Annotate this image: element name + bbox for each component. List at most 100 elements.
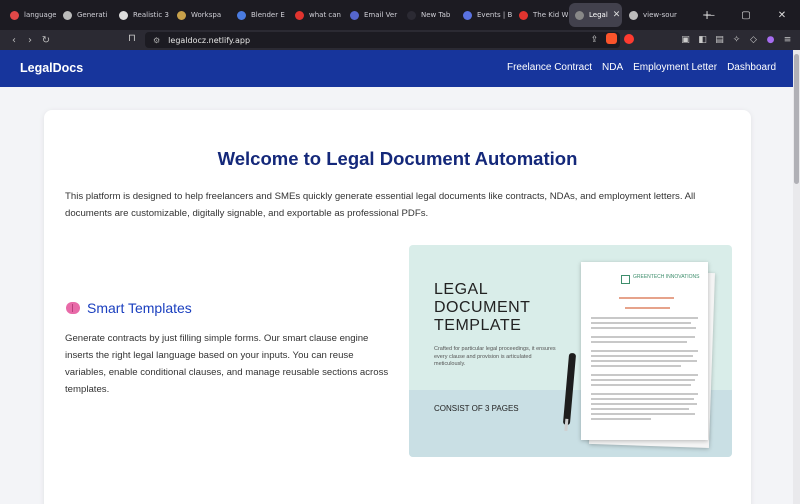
browser-tab[interactable]: Events | B — [457, 3, 512, 27]
browser-tab[interactable]: Legal ✕ — [569, 3, 622, 27]
tab-label: The Kid W — [533, 11, 568, 19]
tab-label: Generati — [77, 11, 108, 19]
tab-favicon-icon — [177, 10, 186, 20]
tab-label: what can — [309, 11, 341, 19]
doc-text-line — [591, 317, 698, 319]
template-preview-image: LEGAL DOCUMENT TEMPLATE Crafted for part… — [409, 245, 732, 457]
browser-tab[interactable]: New Tab — [401, 3, 456, 27]
tab-label: Events | B — [477, 11, 512, 19]
doc-text-line — [591, 355, 693, 357]
doc-text-line — [591, 408, 689, 410]
reader-icon[interactable]: ▣ — [677, 35, 694, 45]
close-window-icon[interactable]: ✕ — [764, 10, 800, 21]
doc-text-line — [591, 360, 697, 362]
nav-link-dashboard[interactable]: Dashboard — [727, 62, 776, 73]
doc-text-line — [591, 403, 697, 405]
extensions-icon[interactable]: ✧ — [728, 35, 745, 45]
site-navbar: LegalDocs Freelance Contract NDA Employm… — [0, 50, 793, 87]
tab-favicon-icon — [295, 10, 304, 20]
company-logo-icon — [621, 275, 630, 284]
tab-favicon-icon — [629, 10, 638, 20]
tab-label: Legal — [589, 11, 608, 19]
template-subtitle: Crafted for particular legal proceedings… — [434, 346, 556, 367]
vpn-icon[interactable]: ◇ — [745, 35, 762, 45]
share-icon[interactable]: ⇪ — [586, 35, 603, 45]
company-logo-text: GREENTECH INNOVATIONS — [633, 274, 700, 280]
reload-icon[interactable]: ↻ — [38, 35, 54, 46]
minimize-icon[interactable]: — — [692, 10, 728, 21]
browser-toolbar: ‹ › ↻ ⊓ ⚙ legaldocz.netlify.app ⇪ ▣ ◧ ▤ … — [0, 30, 800, 50]
tab-favicon-icon — [119, 10, 128, 20]
nav-links: Freelance Contract NDA Employment Letter… — [507, 62, 776, 73]
scrollbar-thumb[interactable] — [794, 54, 799, 184]
forward-icon[interactable]: › — [22, 35, 38, 46]
document-page: GREENTECH INNOVATIONS — [581, 262, 708, 440]
nav-link-employment-letter[interactable]: Employment Letter — [633, 62, 717, 73]
welcome-card: Welcome to Legal Document Automation Thi… — [44, 110, 751, 504]
window-controls: — ▢ ✕ — [692, 0, 800, 30]
feature-description: Generate contracts by just filling simpl… — [65, 333, 389, 395]
feature-heading: Smart Templates — [66, 300, 192, 316]
doc-text-line — [591, 365, 681, 367]
back-icon[interactable]: ‹ — [6, 35, 22, 46]
tab-favicon-icon — [463, 10, 472, 20]
leo-icon[interactable]: ● — [762, 35, 779, 45]
doc-text-line — [591, 322, 691, 324]
nav-link-freelance-contract[interactable]: Freelance Contract — [507, 62, 592, 73]
tab-favicon-icon — [407, 10, 416, 20]
maximize-icon[interactable]: ▢ — [728, 10, 764, 21]
page-scrollbar[interactable] — [793, 50, 800, 504]
wallet-icon[interactable]: ▤ — [711, 35, 728, 45]
page-title: Welcome to Legal Document Automation — [217, 148, 578, 169]
nav-link-nda[interactable]: NDA — [602, 62, 623, 73]
template-title: LEGAL DOCUMENT TEMPLATE — [434, 281, 531, 334]
doc-text-line — [591, 398, 694, 400]
browser-tab[interactable]: Email Ver — [344, 3, 400, 27]
intro-paragraph: This platform is designed to help freela… — [65, 191, 696, 219]
tab-favicon-icon — [10, 10, 19, 20]
doc-text-line — [591, 336, 695, 338]
site-logo[interactable]: LegalDocs — [20, 61, 83, 75]
menu-icon[interactable]: ≡ — [779, 35, 796, 45]
browser-tab[interactable]: The Kid W — [513, 3, 568, 27]
browser-tab[interactable]: Realistic 3 — [113, 3, 170, 27]
browser-tab-bar: language Generati Realistic 3 Workspa Blende… — [0, 0, 800, 30]
brave-shields-icon[interactable] — [603, 33, 620, 47]
browser-tab[interactable]: Generati — [57, 3, 112, 27]
doc-text-line — [591, 393, 698, 395]
doc-text-line — [591, 350, 698, 352]
tab-favicon-icon — [63, 10, 72, 20]
browser-tab[interactable]: Workspa — [171, 3, 230, 27]
doc-text-line — [591, 327, 696, 329]
tab-label: Workspa — [191, 11, 222, 19]
tab-favicon-icon — [519, 10, 528, 20]
toolbar-actions: ⇪ ▣ ◧ ▤ ✧ ◇ ● ≡ — [586, 30, 796, 50]
sidebar-icon[interactable]: ◧ — [694, 35, 711, 45]
doc-text-line — [591, 374, 698, 376]
template-pages-label: CONSIST OF 3 PAGES — [434, 404, 519, 413]
address-bar[interactable]: ⚙ legaldocz.netlify.app — [145, 32, 620, 48]
doc-text-line — [591, 341, 687, 343]
doc-text-line — [591, 379, 695, 381]
close-tab-icon[interactable]: ✕ — [613, 10, 621, 20]
browser-tab[interactable]: Blender E — [231, 3, 288, 27]
browser-tab[interactable]: view-sour — [623, 3, 693, 27]
browser-tab[interactable]: language — [4, 3, 56, 27]
tab-favicon-icon — [237, 10, 246, 20]
doc-text-line — [591, 418, 651, 420]
bookmark-icon[interactable]: ⊓ — [128, 33, 136, 44]
url-text: legaldocz.netlify.app — [168, 35, 251, 45]
doc-text-line — [591, 384, 691, 386]
tab-favicon-icon — [575, 10, 584, 20]
doc-heading-line — [619, 297, 674, 299]
site-settings-icon[interactable]: ⚙ — [153, 36, 160, 45]
browser-tab[interactable]: what can — [289, 3, 343, 27]
tab-label: Realistic 3 — [133, 11, 169, 19]
tab-label: Blender E — [251, 11, 285, 19]
tab-label: view-sour — [643, 11, 677, 19]
rewards-icon[interactable] — [620, 33, 637, 47]
tab-label: language — [24, 11, 56, 19]
tab-label: New Tab — [421, 11, 451, 19]
tab-list: language Generati Realistic 3 Workspa Blende… — [4, 3, 694, 27]
feature-title: Smart Templates — [87, 300, 192, 316]
